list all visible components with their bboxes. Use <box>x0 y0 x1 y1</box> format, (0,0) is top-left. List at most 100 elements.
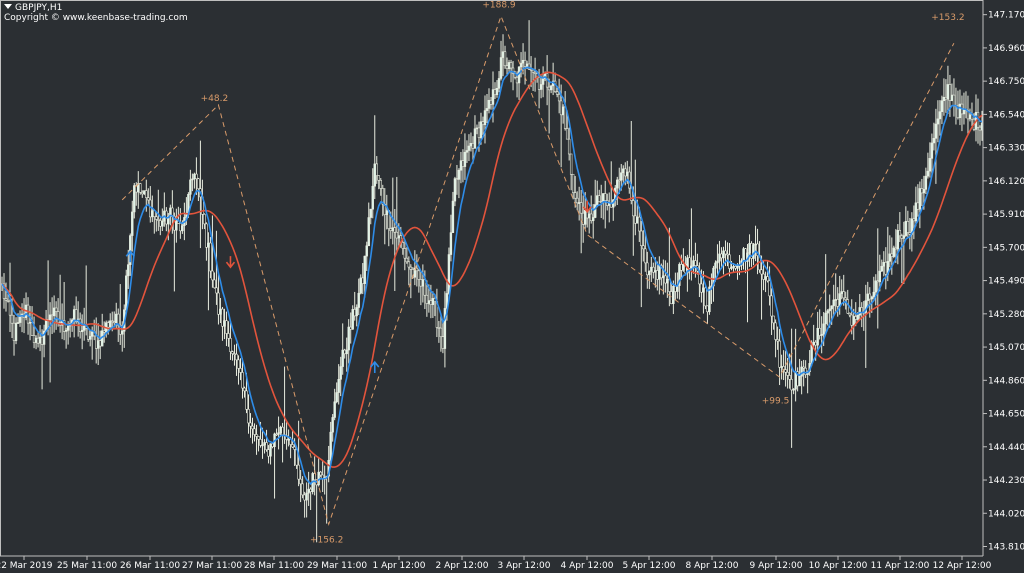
candle-body <box>894 247 898 250</box>
y-tick-label: 144.650 <box>988 410 1024 420</box>
candle-body <box>762 273 765 280</box>
candle-body <box>752 244 755 259</box>
candle-body <box>80 330 84 333</box>
chart-menu-icon[interactable] <box>4 4 12 9</box>
candle-body <box>451 200 455 233</box>
candle-body <box>257 436 260 440</box>
candle-body <box>207 242 210 248</box>
candle-body <box>113 321 116 324</box>
candle-body <box>946 84 950 100</box>
candle-body <box>828 308 831 312</box>
candle-body <box>904 221 908 236</box>
candle-body <box>427 300 431 304</box>
candle-body <box>866 293 869 301</box>
candle-body <box>38 336 42 344</box>
y-tick-label: 144.860 <box>988 376 1024 386</box>
candle-body <box>491 89 495 105</box>
candle-body <box>263 442 266 446</box>
candle-body <box>109 320 112 328</box>
candle-body <box>968 114 972 120</box>
candle-body <box>443 308 447 349</box>
candle-body <box>912 218 916 222</box>
candle-body <box>271 443 274 447</box>
candle-body <box>155 216 158 220</box>
candle-body <box>688 257 691 269</box>
candle-body <box>447 254 451 294</box>
candle-body <box>834 299 837 301</box>
candle-body <box>680 264 683 271</box>
candle-body <box>309 488 312 492</box>
candle-body <box>515 76 519 84</box>
candle-body <box>571 173 575 193</box>
candle-body <box>577 202 581 204</box>
candle-body <box>575 197 579 204</box>
candle-body <box>179 223 182 232</box>
candle-body <box>265 442 268 450</box>
candle-body <box>419 279 423 287</box>
candle-body <box>618 179 621 182</box>
candle-body <box>239 368 242 373</box>
candle-body <box>716 260 719 264</box>
candle-body <box>804 367 807 375</box>
candle-body <box>523 59 527 67</box>
candle-body <box>816 327 819 346</box>
candle-body <box>896 230 900 250</box>
candle-body <box>587 213 591 219</box>
candle-body <box>832 299 835 307</box>
candle-body <box>281 426 284 436</box>
candle-body <box>672 285 675 305</box>
candle-body <box>938 111 942 120</box>
candle-body <box>269 443 272 457</box>
candle-body <box>485 108 489 111</box>
candle-body <box>646 262 649 276</box>
y-tick-label: 144.020 <box>988 509 1024 519</box>
x-tick-label: 2 Apr 12:00 <box>436 561 489 571</box>
candle-body <box>479 121 483 138</box>
candle-body <box>533 71 537 74</box>
ma-slow-line <box>1 71 983 468</box>
candle-body <box>654 270 657 273</box>
x-tick-label: 26 Mar 11:00 <box>120 561 180 571</box>
candle-body <box>401 241 405 249</box>
candle-body <box>441 336 445 349</box>
candle-body <box>121 330 124 335</box>
candle-body <box>299 478 302 485</box>
x-tick-label: 22 Mar 2019 <box>0 561 53 571</box>
symbol-text: GBPJPY,H1 <box>15 3 63 13</box>
candle-body <box>473 128 477 149</box>
candle-body <box>521 59 525 64</box>
candle-body <box>598 195 601 202</box>
x-tick-label: 10 Apr 12:00 <box>809 561 868 571</box>
candle-body <box>243 387 246 392</box>
candle-body <box>247 408 250 424</box>
candle-body <box>768 280 771 297</box>
candle-body <box>72 309 76 321</box>
candle-body <box>926 170 930 177</box>
candle-body <box>389 228 392 231</box>
candle-body <box>145 190 148 199</box>
candle-body <box>507 62 511 69</box>
candle-body <box>439 327 443 338</box>
candle-body <box>417 270 421 280</box>
candle-body <box>127 264 130 277</box>
candle-body <box>18 316 22 323</box>
candle-body <box>764 276 767 280</box>
candle-body <box>549 85 553 91</box>
candle-body <box>780 366 783 368</box>
candle-body <box>836 299 839 307</box>
candle-body <box>337 379 340 393</box>
x-tick-label: 3 Apr 12:00 <box>498 561 551 571</box>
candle-body <box>6 299 10 302</box>
candle-body <box>644 248 647 264</box>
candle-body <box>802 366 805 369</box>
candle-body <box>251 425 254 430</box>
candle-body <box>16 322 20 324</box>
price-chart[interactable]: +48.2 +156.2 +188.9 +99.5 +153.2 143.810 144.0… <box>0 0 1024 573</box>
candle-body <box>175 220 178 231</box>
candle-body <box>34 337 38 343</box>
candle-body <box>924 175 928 190</box>
candle-body <box>624 168 627 177</box>
candle-body <box>870 296 873 300</box>
candle-body <box>978 126 982 131</box>
candle-body <box>125 275 128 311</box>
